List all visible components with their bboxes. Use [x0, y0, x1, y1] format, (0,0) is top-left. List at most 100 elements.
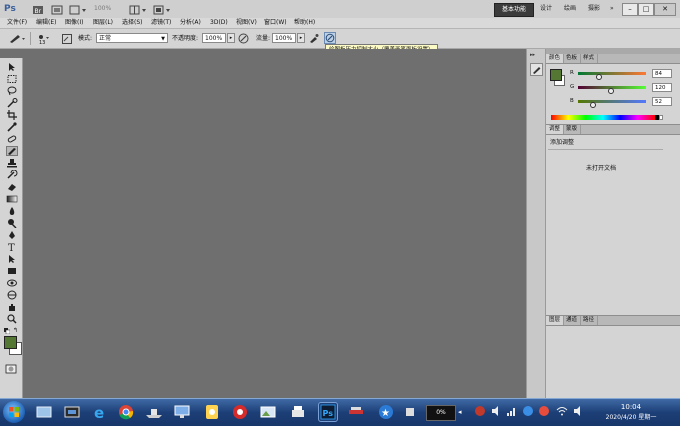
ship-app-icon[interactable] [144, 402, 164, 422]
pen-tool-icon[interactable] [6, 230, 18, 240]
opacity-dropdown-icon[interactable]: ▸ [227, 33, 235, 43]
desktop-icon[interactable] [34, 402, 54, 422]
close-button[interactable]: ✕ [654, 3, 676, 16]
crop-tool-icon[interactable] [6, 110, 18, 120]
opacity-input[interactable]: 100% [202, 33, 226, 43]
eraser-tool-icon[interactable] [6, 182, 18, 192]
menu-layer[interactable]: 图层(L) [92, 18, 114, 28]
tab-channels[interactable]: 通道 [563, 316, 582, 325]
path-selection-tool-icon[interactable] [6, 254, 18, 264]
arrange-documents-icon[interactable] [128, 3, 150, 17]
document-canvas-area[interactable] [23, 49, 525, 398]
gradient-tool-icon[interactable] [6, 194, 18, 204]
default-colors-icon[interactable] [4, 328, 11, 335]
menu-help[interactable]: 帮助(H) [293, 18, 316, 28]
swap-colors-icon[interactable]: ↰ [13, 328, 19, 334]
r-slider[interactable] [578, 72, 646, 75]
blur-tool-icon[interactable] [6, 206, 18, 216]
star-app-icon[interactable]: ★ [376, 402, 396, 422]
update-tray-icon[interactable] [522, 405, 534, 417]
security-tray-icon[interactable] [474, 405, 486, 417]
network-tray-icon[interactable] [506, 405, 518, 417]
menu-analysis[interactable]: 分析(A) [179, 18, 202, 28]
internet-explorer-icon[interactable]: e [90, 402, 110, 422]
r-slider-handle[interactable] [596, 74, 602, 80]
menu-select[interactable]: 选择(S) [121, 18, 144, 28]
menu-view[interactable]: 视图(V) [235, 18, 258, 28]
tools-app-icon[interactable] [346, 402, 366, 422]
library-icon[interactable] [62, 402, 82, 422]
history-brush-tool-icon[interactable] [6, 169, 18, 180]
healing-brush-tool-icon[interactable] [6, 134, 18, 144]
clock-date[interactable]: 2020/4/20 星期一 [590, 413, 672, 423]
brush-preset-icon[interactable] [8, 33, 26, 44]
bridge-icon[interactable]: Br [30, 3, 46, 17]
workspace-photography[interactable]: 摄影 [584, 3, 604, 15]
workspace-painting[interactable]: 绘画 [560, 3, 580, 15]
photos-app-icon[interactable] [258, 402, 278, 422]
language-bar-icon[interactable] [404, 402, 416, 422]
battery-indicator[interactable]: 0% [426, 405, 456, 421]
tab-color[interactable]: 颜色 [546, 54, 565, 63]
white-swatch[interactable] [659, 115, 663, 120]
media-app-icon[interactable] [230, 402, 250, 422]
tab-swatches[interactable]: 色板 [563, 54, 582, 63]
network-app-icon[interactable] [172, 402, 192, 422]
tablet-opacity-pressure-icon[interactable] [238, 33, 249, 44]
hand-tool-icon[interactable] [6, 302, 18, 312]
dodge-tool-icon[interactable] [6, 218, 18, 229]
mode-select[interactable]: 正常 ▼ [96, 33, 168, 43]
b-value-input[interactable]: 52 [652, 97, 672, 106]
mini-bridge-icon[interactable] [50, 3, 64, 17]
quick-mask-icon[interactable] [5, 364, 17, 374]
b-slider-handle[interactable] [590, 102, 596, 108]
tab-adjustments[interactable]: 调整 [546, 125, 565, 134]
tab-paths[interactable]: 路径 [580, 316, 599, 325]
menu-image[interactable]: 图像(I) [64, 18, 84, 28]
color-spectrum-bar[interactable] [551, 115, 655, 120]
panel-foreground-swatch[interactable] [550, 69, 562, 81]
r-value-input[interactable]: 84 [652, 69, 672, 78]
minimize-button[interactable]: – [622, 3, 638, 16]
brush-tool-icon[interactable] [6, 146, 18, 156]
tab-layers[interactable]: 图层 [546, 316, 565, 325]
g-slider-handle[interactable] [608, 88, 614, 94]
zoom-tool-icon[interactable] [6, 314, 18, 324]
menu-3d[interactable]: 3D(D) [209, 18, 229, 28]
brush-size-picker[interactable]: 13 [36, 32, 50, 46]
marquee-tool-icon[interactable] [6, 74, 18, 84]
tab-styles[interactable]: 样式 [580, 54, 599, 63]
shape-tool-icon[interactable] [6, 266, 18, 276]
foreground-color-swatch[interactable] [4, 336, 17, 349]
antivirus-tray-icon[interactable] [538, 405, 550, 417]
menu-file[interactable]: 文件(F) [6, 18, 28, 28]
quick-selection-tool-icon[interactable] [6, 98, 18, 108]
speaker-tray-icon[interactable] [572, 405, 584, 417]
menu-edit[interactable]: 编辑(E) [35, 18, 57, 28]
menu-window[interactable]: 窗口(W) [263, 18, 288, 28]
volume-tray-icon[interactable] [490, 405, 502, 417]
restore-button[interactable]: □ [638, 3, 654, 16]
chrome-icon[interactable] [116, 402, 136, 422]
lasso-tool-icon[interactable] [6, 86, 18, 96]
clone-stamp-tool-icon[interactable] [6, 158, 18, 168]
airbrush-icon[interactable] [308, 33, 319, 44]
notes-app-icon[interactable] [202, 402, 222, 422]
workspace-essentials[interactable]: 基本功能 [494, 3, 534, 17]
flow-dropdown-icon[interactable]: ▸ [297, 33, 305, 43]
wifi-tray-icon[interactable] [556, 405, 568, 417]
screen-mode-icon[interactable] [152, 3, 174, 17]
workspace-more[interactable]: » [606, 3, 618, 15]
tablet-size-pressure-icon[interactable] [324, 32, 336, 44]
brush-panel-icon[interactable] [62, 34, 72, 44]
flow-input[interactable]: 100% [272, 33, 296, 43]
zoom-level[interactable]: 100% [94, 4, 130, 14]
b-slider[interactable] [578, 100, 646, 103]
3d-orbit-tool-icon[interactable] [6, 290, 18, 300]
collapse-panels-icon[interactable]: ▸▸ [530, 53, 543, 58]
3d-rotate-tool-icon[interactable] [6, 278, 18, 288]
printer-app-icon[interactable] [288, 402, 308, 422]
type-tool-icon[interactable]: T [6, 242, 18, 254]
g-value-input[interactable]: 120 [652, 83, 672, 92]
view-extras-icon[interactable] [68, 3, 90, 17]
